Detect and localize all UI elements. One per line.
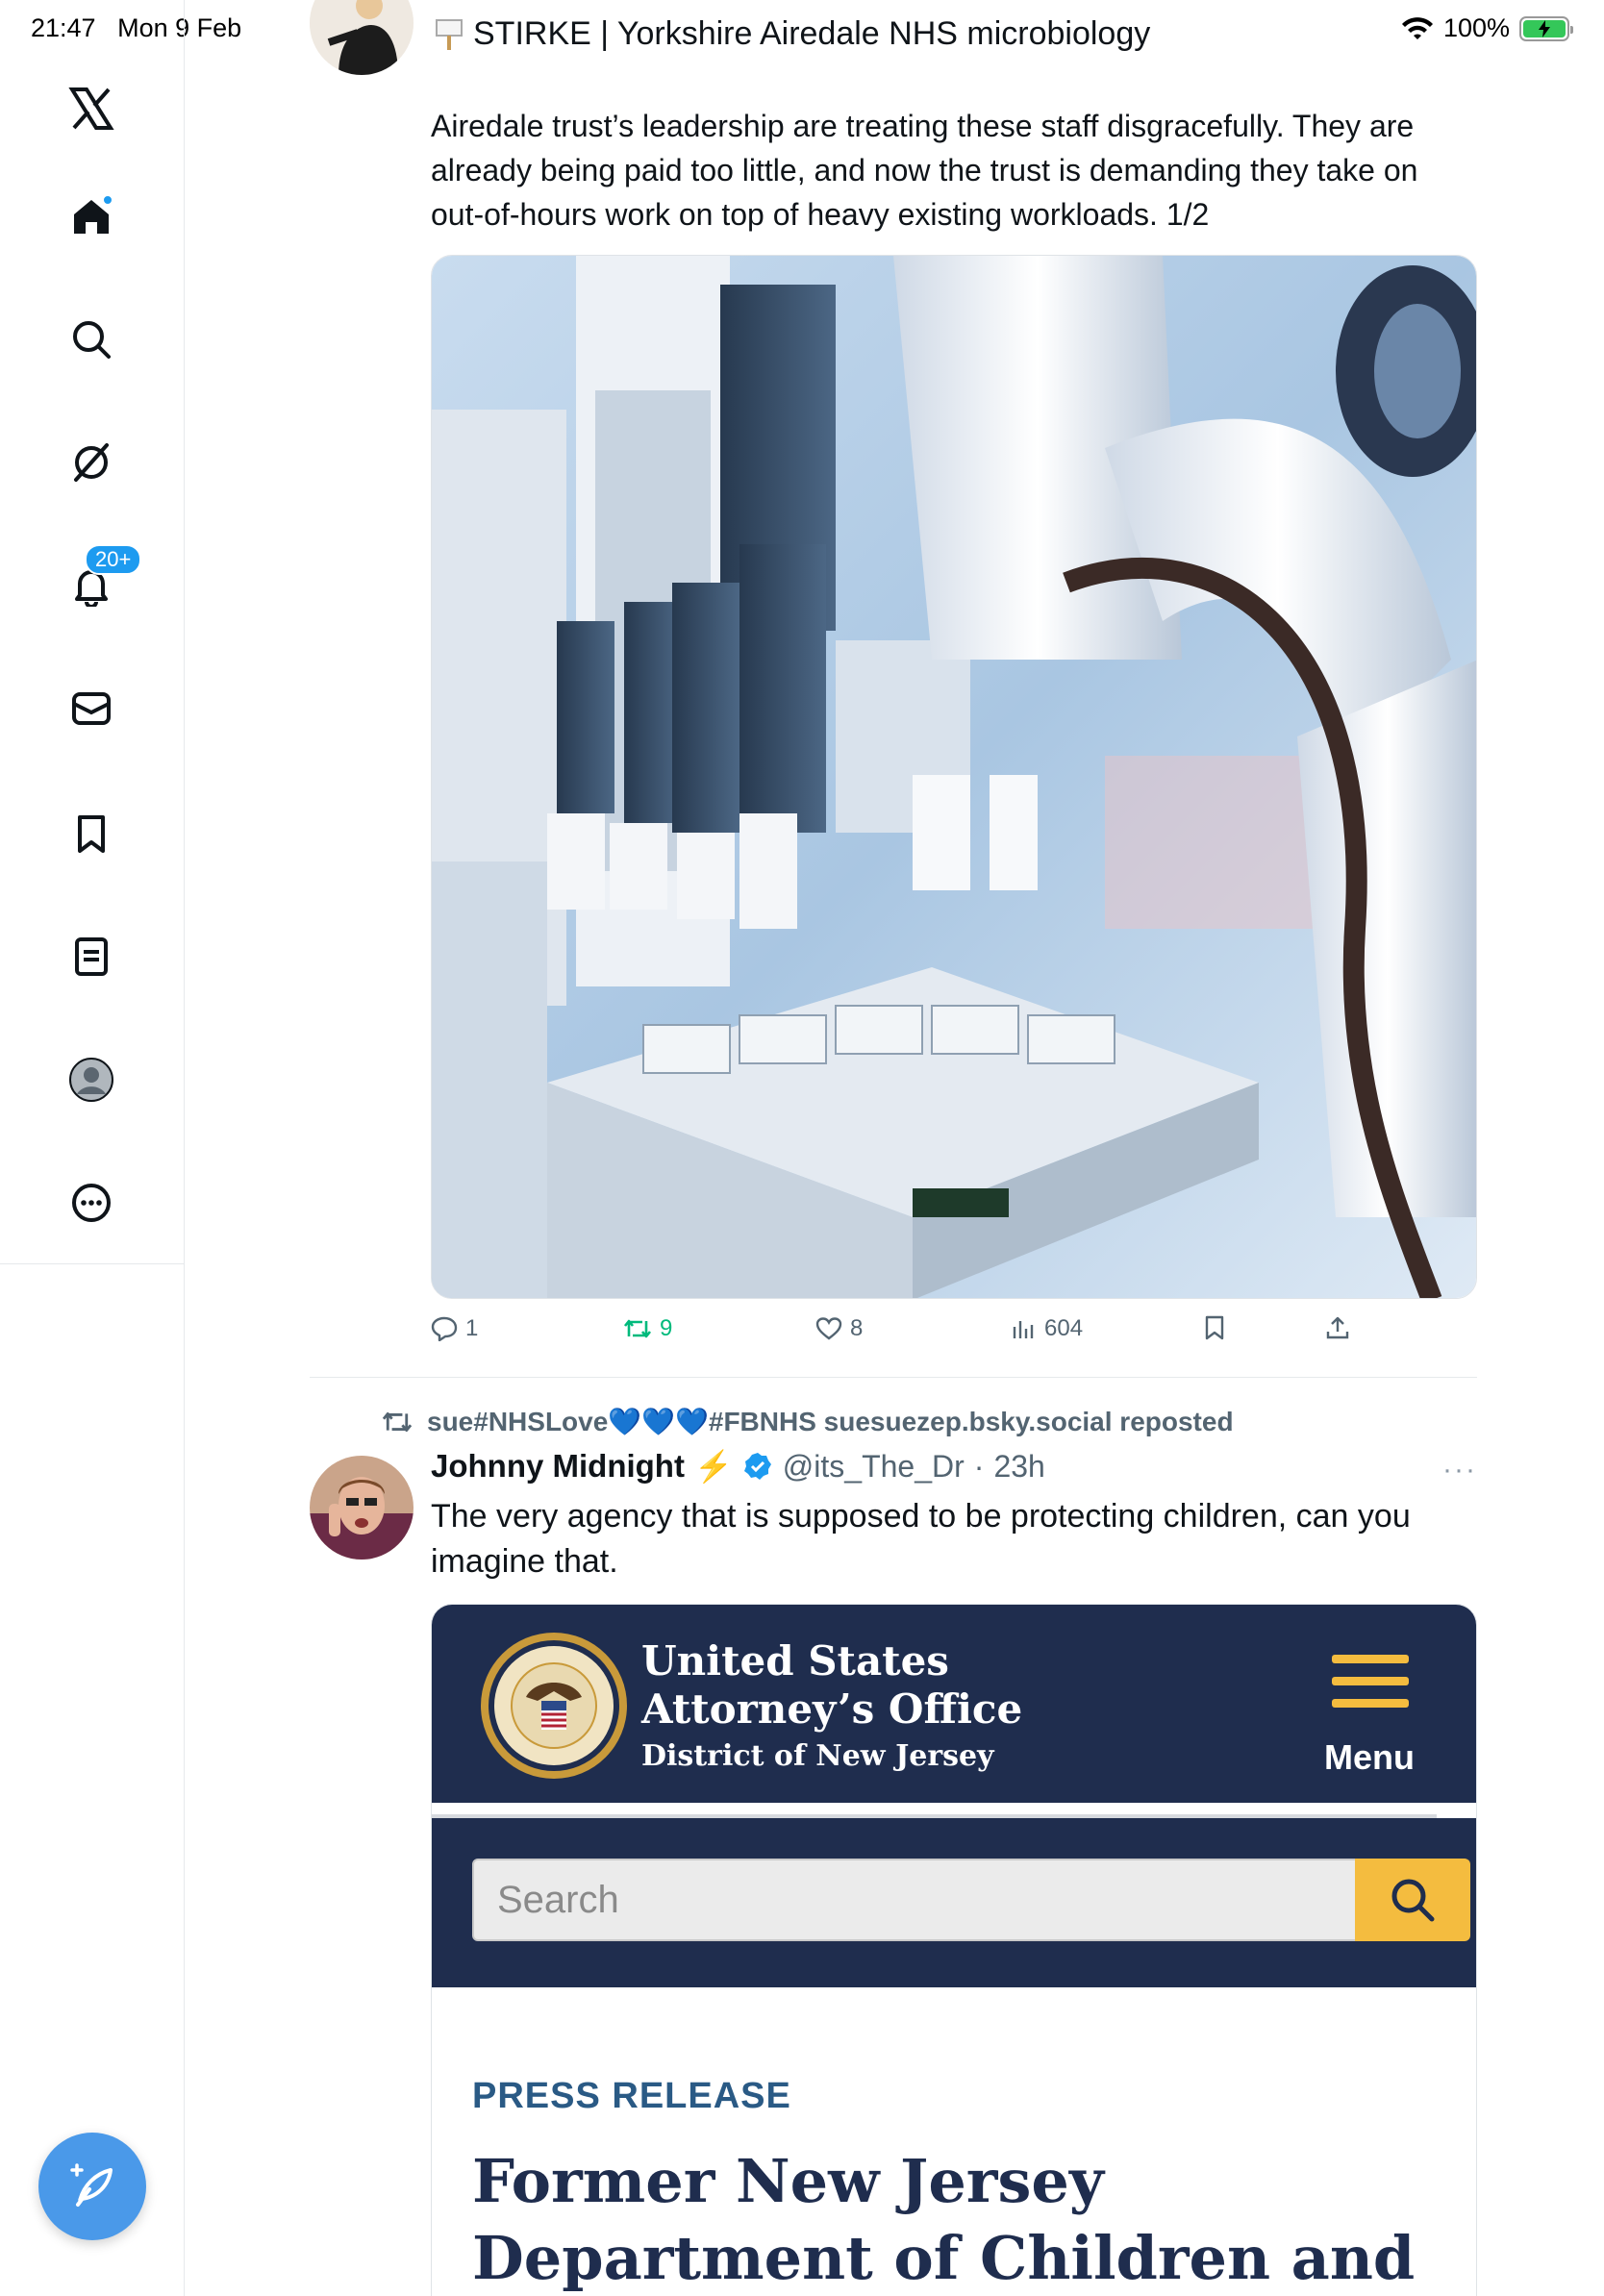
messages-icon[interactable] — [63, 681, 119, 736]
post1-reply-button[interactable]: 1 — [431, 1315, 478, 1342]
battery-icon — [1519, 15, 1573, 41]
post2-separator: · — [973, 1448, 985, 1484]
status-indicators: 100% — [1401, 13, 1573, 43]
sidebar: 20+ — [0, 0, 185, 2296]
post1-header-text: STIRKE | Yorkshire Airedale NHS microbio… — [473, 15, 1151, 52]
repost-count: 9 — [660, 1315, 673, 1341]
post2-time[interactable]: 23h — [993, 1449, 1044, 1485]
post2-avatar[interactable] — [310, 1456, 414, 1560]
post1-actions: 1 9 8 604 — [431, 1315, 1489, 1354]
doj-search-field: Search — [472, 1859, 1357, 1941]
post2-embedded-image[interactable]: United States Attorney’s Office District… — [431, 1604, 1477, 2296]
more-options-icon[interactable] — [63, 1175, 119, 1231]
post1-share-button[interactable] — [1325, 1315, 1350, 1340]
reply-count: 1 — [465, 1315, 479, 1341]
search-icon — [1391, 1879, 1435, 1922]
post2-handle[interactable]: @its_The_Dr — [783, 1449, 965, 1485]
share-icon — [1326, 1316, 1349, 1339]
post2-more-button[interactable]: ··· — [1442, 1454, 1477, 1486]
x-logo-icon[interactable] — [63, 81, 119, 137]
doj-org-line1: United States — [641, 1637, 949, 1685]
compose-post-button[interactable] — [38, 2133, 146, 2240]
sidebar-divider — [0, 1263, 185, 1264]
post2-text: The very agency that is supposed to be p… — [431, 1498, 1411, 1580]
lightning-emoji: ⚡ — [693, 1449, 733, 1484]
bookmarks-icon[interactable] — [63, 806, 119, 861]
doj-org-title: United States Attorney’s Office — [641, 1637, 1022, 1734]
post1-repost-button[interactable]: 9 — [623, 1315, 672, 1342]
doj-header: United States Attorney’s Office District… — [432, 1605, 1476, 1803]
picket-sign-icon — [436, 18, 463, 50]
notifications-icon[interactable]: 20+ — [63, 544, 142, 613]
grok-icon[interactable] — [63, 435, 119, 490]
post1-header: STIRKE | Yorkshire Airedale NHS microbio… — [435, 15, 1150, 53]
doj-org-line2: Attorney’s Office — [641, 1685, 1023, 1733]
doj-seal-icon — [481, 1633, 627, 1779]
doj-org-district: District of New Jersey — [641, 1739, 994, 1773]
press-release-headline: Former New Jersey Department of Children… — [472, 2146, 1416, 2293]
like-count: 8 — [850, 1315, 864, 1341]
doj-menu-label: Menu — [1324, 1737, 1415, 1777]
post1-bookmark-button[interactable] — [1204, 1315, 1225, 1340]
post-divider — [310, 1377, 1477, 1378]
repost-indicator[interactable]: sue#NHSLove💙💙💙#FBNHS suesuezep.bsky.soci… — [381, 1406, 1234, 1437]
home-notification-dot — [102, 194, 113, 206]
post1-text: Airedale trust’s leadership are treating… — [431, 109, 1418, 232]
profile-avatar-icon[interactable] — [63, 1052, 119, 1108]
lab-robot-image — [432, 256, 1476, 1298]
post1-image[interactable] — [431, 255, 1477, 1299]
post1-avatar[interactable] — [310, 0, 414, 75]
post1-views-button[interactable]: 604 — [1012, 1315, 1083, 1342]
compose-feather-icon — [70, 2163, 113, 2207]
home-icon[interactable] — [63, 188, 119, 244]
hamburger-menu-icon — [1332, 1655, 1409, 1721]
search-icon[interactable] — [63, 312, 119, 367]
notifications-badge: 20+ — [85, 544, 142, 575]
repost-indicator-icon — [382, 1411, 413, 1432]
press-release-label: PRESS RELEASE — [472, 2076, 791, 2116]
doj-search-button — [1355, 1859, 1470, 1941]
lists-icon[interactable] — [63, 929, 119, 985]
battery-percent: 100% — [1442, 13, 1510, 42]
wifi-icon — [1401, 16, 1433, 39]
repost-icon — [623, 1319, 652, 1338]
reply-icon — [431, 1316, 458, 1341]
verified-badge-icon — [743, 1453, 771, 1480]
bookmark-icon — [1205, 1315, 1224, 1340]
views-icon — [1013, 1321, 1034, 1338]
repost-by-text: sue#NHSLove💙💙💙#FBNHS suesuezep.bsky.soci… — [427, 1407, 1234, 1436]
heart-icon — [815, 1317, 842, 1340]
post2-author-name[interactable]: Johnny Midnight — [431, 1448, 685, 1485]
post1-like-button[interactable]: 8 — [815, 1315, 863, 1342]
post2-header: Johnny Midnight ⚡ @its_The_Dr · 23h — [431, 1448, 1045, 1485]
views-count: 604 — [1044, 1315, 1084, 1341]
